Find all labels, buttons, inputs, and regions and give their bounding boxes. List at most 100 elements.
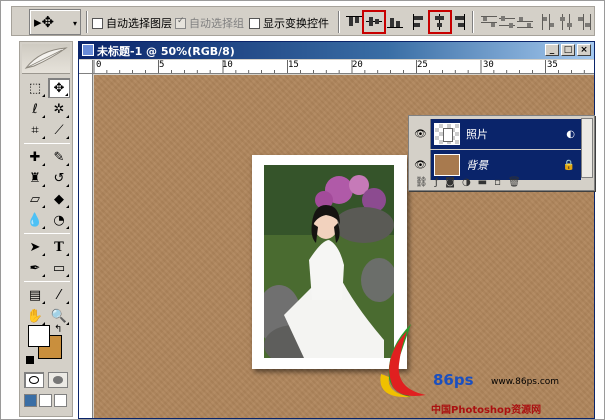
delete-layer-icon[interactable]: 🗑 bbox=[508, 177, 521, 188]
type-tool-button[interactable]: T bbox=[48, 237, 70, 257]
note-icon: ▤ bbox=[28, 287, 42, 303]
new-group-icon[interactable]: ▬ bbox=[478, 177, 487, 188]
type-icon: T bbox=[54, 239, 64, 255]
ruler-label: 15 bbox=[288, 60, 299, 70]
ruler-label: 10 bbox=[222, 60, 233, 70]
align-right-edges-button[interactable] bbox=[450, 13, 468, 31]
distribute-vcenter-button[interactable] bbox=[498, 13, 516, 31]
healing-brush-tool-button[interactable]: ✚ bbox=[24, 147, 46, 167]
watermark-caption: 中国Photoshop资源网 bbox=[431, 405, 542, 416]
layer-style-icon[interactable]: ◐ bbox=[566, 129, 575, 140]
swap-colors-icon[interactable]: ↰ bbox=[54, 324, 62, 335]
move-icon: ✥ bbox=[53, 80, 65, 96]
align-vertical-centers-button[interactable] bbox=[362, 10, 386, 34]
path-selection-tool-button[interactable]: ➤ bbox=[24, 237, 46, 257]
blur-tool-button[interactable]: 💧 bbox=[24, 210, 46, 230]
distribute-left-icon bbox=[542, 14, 554, 30]
link-layers-icon[interactable]: ⛓ bbox=[415, 177, 428, 188]
slice-tool-button[interactable]: ⟋ bbox=[48, 120, 70, 140]
minimize-icon: _ bbox=[549, 45, 555, 55]
default-colors-icon[interactable] bbox=[26, 356, 34, 364]
distribute-hcenter-icon bbox=[560, 14, 572, 30]
shape-tool-button[interactable]: ▭ bbox=[48, 258, 70, 278]
standard-mode-button[interactable] bbox=[24, 372, 44, 388]
distribute-top-button[interactable] bbox=[480, 13, 498, 31]
align-bottom-edges-button[interactable] bbox=[386, 13, 404, 31]
paint-bucket-tool-button[interactable]: ◆ bbox=[48, 189, 70, 209]
rectangle-icon: ▭ bbox=[52, 260, 66, 276]
hand-icon: ✋ bbox=[26, 308, 44, 324]
full-screen-menu-mode-button[interactable] bbox=[39, 394, 52, 407]
distribute-bottom-icon bbox=[517, 17, 533, 28]
distribute-right-button[interactable] bbox=[575, 13, 593, 31]
standard-screen-mode-button[interactable] bbox=[24, 394, 37, 407]
minimize-button[interactable]: _ bbox=[545, 44, 559, 56]
vertical-ruler[interactable] bbox=[79, 74, 93, 418]
adjustment-layer-icon[interactable]: ◑ bbox=[462, 177, 471, 188]
ruler-label: 20 bbox=[352, 60, 363, 70]
layer-thumbnail bbox=[434, 123, 460, 145]
distribute-left-button[interactable] bbox=[539, 13, 557, 31]
brush-icon: ✎ bbox=[53, 149, 65, 165]
move-tool-button[interactable]: ✥ bbox=[48, 78, 70, 98]
zoom-tool-button[interactable]: 🔍 bbox=[48, 306, 70, 326]
close-button[interactable]: × bbox=[577, 44, 591, 56]
new-layer-icon[interactable]: ▫ bbox=[494, 177, 501, 188]
layer-row-background[interactable]: 👁 背景 🔒 bbox=[411, 150, 581, 180]
notes-tool-button[interactable]: ▤ bbox=[24, 285, 46, 305]
clone-stamp-tool-button[interactable]: ♜ bbox=[24, 168, 46, 188]
horizontal-ruler[interactable]: 0 5 10 15 20 25 30 35 bbox=[93, 60, 594, 74]
marquee-tool-button[interactable]: ⬚ bbox=[24, 78, 46, 98]
eye-icon[interactable]: 👁 bbox=[411, 150, 431, 180]
layer-mask-icon[interactable]: ◙ bbox=[445, 177, 455, 188]
watermark-logo-text: 86ps bbox=[433, 371, 474, 389]
eyedropper-tool-button[interactable]: ⁄ bbox=[48, 285, 70, 305]
watermark: 86ps www.86ps.com 中国Photoshop资源网 bbox=[371, 319, 601, 417]
magic-wand-tool-button[interactable]: ✲ bbox=[48, 99, 70, 119]
brush-tool-button[interactable]: ✎ bbox=[48, 147, 70, 167]
distribute-bottom-button[interactable] bbox=[516, 13, 534, 31]
auto-select-group-checkbox[interactable]: 自动选择组 bbox=[175, 15, 244, 31]
align-left-edges-button[interactable] bbox=[410, 13, 428, 31]
eye-icon[interactable]: 👁 bbox=[411, 119, 431, 149]
eraser-icon: ▱ bbox=[30, 191, 40, 207]
align-top-edges-button[interactable] bbox=[345, 13, 363, 31]
layers-panel: 👁 照片 ◐ 👁 背景 🔒 ⛓ ƒ ◙ ◑ ▬ ▫ 🗑 bbox=[408, 115, 595, 191]
quick-mask-mode-button[interactable] bbox=[48, 372, 68, 388]
auto-select-layer-checkbox[interactable]: 自动选择图层 bbox=[92, 15, 172, 31]
dodge-tool-button[interactable]: ◔ bbox=[48, 210, 70, 230]
auto-select-group-label: 自动选择组 bbox=[189, 17, 244, 30]
maximize-button[interactable]: □ bbox=[561, 44, 575, 56]
eraser-tool-button[interactable]: ▱ bbox=[24, 189, 46, 209]
history-brush-tool-button[interactable]: ↺ bbox=[48, 168, 70, 188]
align-horizontal-centers-button[interactable] bbox=[428, 10, 452, 34]
layer-style-button-icon[interactable]: ƒ bbox=[435, 177, 439, 188]
layer-name: 背景 bbox=[466, 159, 488, 172]
align-top-icon bbox=[346, 16, 362, 26]
document-title-bar[interactable]: 未标题-1 @ 50%(RGB/8) _ □ × bbox=[79, 42, 594, 59]
crop-tool-button[interactable]: ⌗ bbox=[24, 120, 46, 140]
distribute-hcenter-button[interactable] bbox=[557, 13, 575, 31]
pen-tool-button[interactable]: ✒ bbox=[24, 258, 46, 278]
show-transform-controls-checkbox[interactable]: 显示变换控件 bbox=[249, 15, 329, 31]
layers-scrollbar[interactable] bbox=[581, 118, 593, 178]
tool-preset-picker[interactable]: ▸✥ ▾ bbox=[29, 9, 81, 35]
full-screen-mode-button[interactable] bbox=[54, 394, 67, 407]
ruler-origin[interactable] bbox=[79, 60, 93, 74]
ruler-label: 25 bbox=[417, 60, 428, 70]
document-icon bbox=[82, 44, 94, 56]
dodge-icon: ◔ bbox=[53, 212, 65, 228]
layer-row-photo[interactable]: 👁 照片 ◐ bbox=[411, 119, 581, 149]
ruler-label: 35 bbox=[547, 60, 558, 70]
history-brush-icon: ↺ bbox=[53, 170, 65, 186]
maximize-icon: □ bbox=[563, 45, 573, 55]
hand-tool-button[interactable]: ✋ bbox=[24, 306, 46, 326]
arrow-icon: ➤ bbox=[29, 239, 41, 255]
lasso-tool-button[interactable]: ℓ bbox=[24, 99, 46, 119]
bucket-icon: ◆ bbox=[54, 191, 64, 207]
foreground-color-swatch[interactable] bbox=[28, 325, 50, 347]
align-right-icon bbox=[455, 14, 465, 30]
distribute-right-icon bbox=[578, 14, 591, 30]
lasso-icon: ℓ bbox=[32, 101, 38, 117]
align-bottom-icon bbox=[387, 18, 403, 28]
